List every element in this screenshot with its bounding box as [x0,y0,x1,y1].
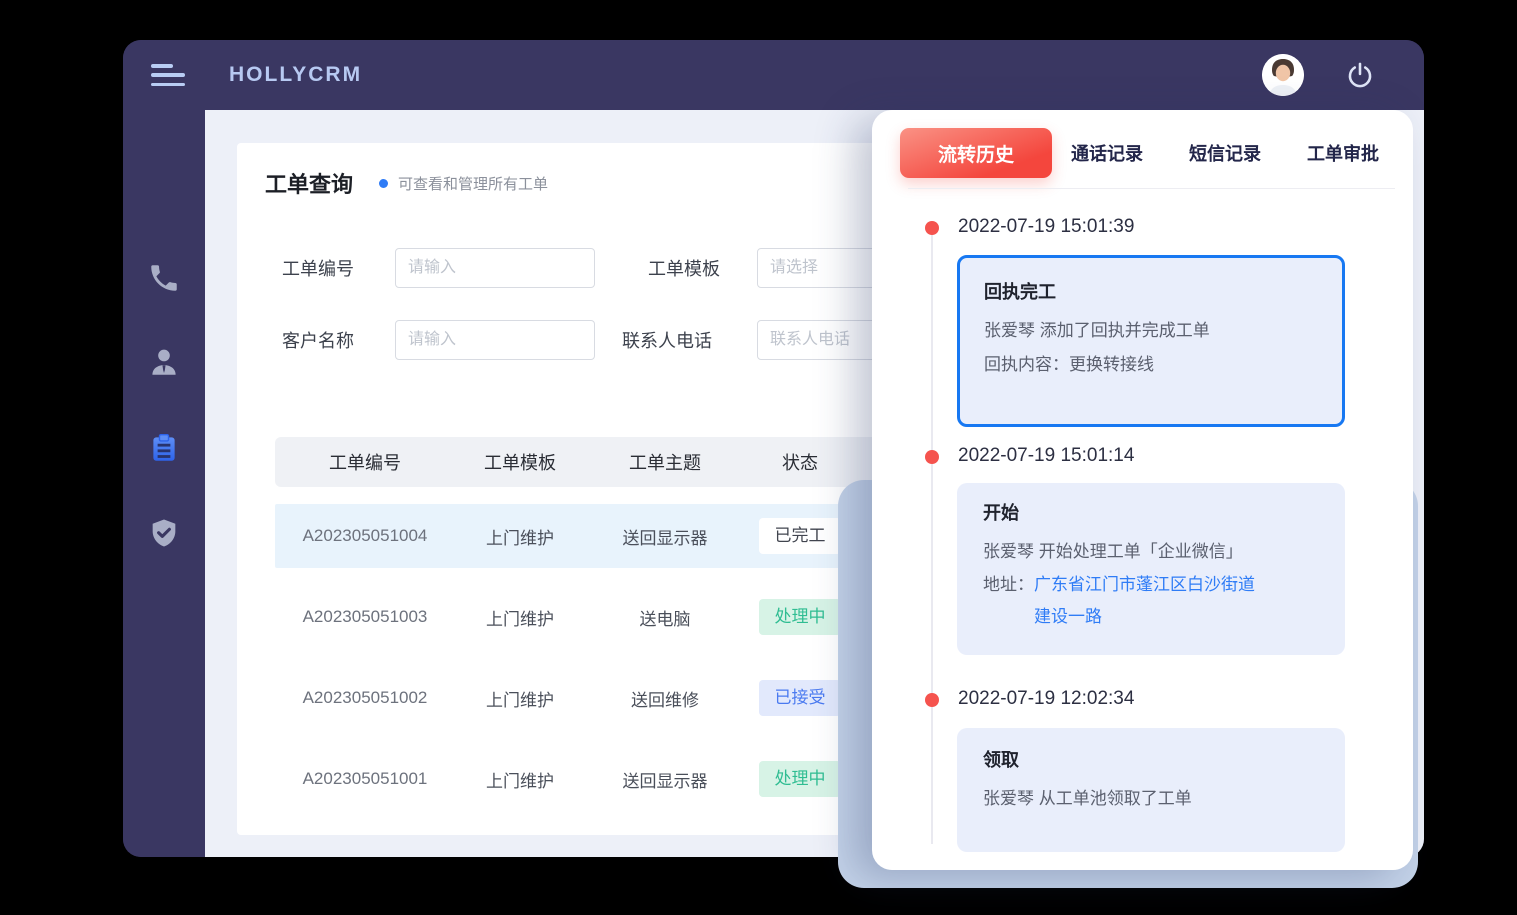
address-label: 地址： [983,569,1034,601]
timeline-card-text: 张爱琴 开始处理工单「企业微信」 [983,535,1319,569]
tabs-divider [908,188,1395,189]
filter-order-id-input[interactable] [395,248,595,288]
person-icon [147,345,181,379]
timeline-line [931,232,933,844]
tab-flow-history[interactable]: 流转历史 [900,128,1052,178]
col-header-status: 状态 [745,449,855,475]
brand-logo: HOLLYCRM [229,63,362,87]
timeline-dot [925,450,939,464]
timeline-card-text: 回执内容：更换转接线 [984,348,1318,382]
page-header: 工单查询 可查看和管理所有工单 [265,167,548,199]
timeline-card-completed[interactable]: 回执完工 张爱琴 添加了回执并完成工单 回执内容：更换转接线 [957,255,1345,427]
subtitle-dot [379,179,388,188]
power-icon[interactable] [1346,61,1374,89]
phone-icon [147,261,181,295]
filter-template-label: 工单模板 [648,255,757,281]
tab-call-records[interactable]: 通话记录 [1071,140,1143,166]
top-bar: HOLLYCRM [123,40,1424,110]
clipboard-icon [147,431,181,465]
timeline-dot [925,221,939,235]
menu-icon[interactable] [151,64,185,86]
timeline-card-title: 领取 [983,746,1319,772]
status-badge: 已完工 [759,518,841,554]
filter-customer-label: 客户名称 [282,327,395,353]
shield-check-icon [147,516,181,550]
timeline-card-title: 回执完工 [984,278,1318,304]
col-header-order-id: 工单编号 [275,449,455,475]
page-subtitle: 可查看和管理所有工单 [398,173,548,194]
timeline-timestamp: 2022-07-19 12:02:34 [958,688,1134,710]
avatar-image [1262,54,1304,96]
timeline-timestamp: 2022-07-19 15:01:14 [958,445,1134,467]
screenshot-stage: HOLLYCRM [0,0,1517,915]
timeline-card-text: 张爱琴 从工单池领取了工单 [983,782,1319,816]
status-badge: 处理中 [759,761,841,797]
address-link[interactable]: 广东省江门市蓬江区白沙街道建设一路 [1034,569,1266,633]
tab-approval[interactable]: 工单审批 [1307,140,1379,166]
sidebar-item-calls[interactable] [147,261,181,295]
sidebar-item-workorders[interactable] [147,431,181,465]
timeline-card-text: 张爱琴 添加了回执并完成工单 [984,314,1318,348]
filter-order-id: 工单编号 [282,248,595,288]
filter-customer: 客户名称 [282,320,595,360]
page-title: 工单查询 [265,167,353,199]
panel-tabs: 流转历史 通话记录 短信记录 工单审批 [900,128,1397,178]
filter-customer-input[interactable] [395,320,595,360]
filter-order-id-label: 工单编号 [282,255,395,281]
tab-sms-records[interactable]: 短信记录 [1189,140,1261,166]
sidebar-item-security[interactable] [147,516,181,550]
timeline-card-title: 开始 [983,499,1319,525]
status-badge: 已接受 [759,680,841,716]
col-header-subject: 工单主题 [585,449,745,475]
col-header-template: 工单模板 [455,449,585,475]
filter-contact-phone-label: 联系人电话 [622,327,757,353]
history-panel: 流转历史 通话记录 短信记录 工单审批 2022-07-19 15:01:39 … [872,110,1413,870]
status-badge: 处理中 [759,599,841,635]
sidebar-item-customers[interactable] [147,345,181,379]
timeline-card-address: 地址： 广东省江门市蓬江区白沙街道建设一路 [983,569,1319,633]
timeline-dot [925,693,939,707]
sidebar-nav [123,110,205,857]
timeline-timestamp: 2022-07-19 15:01:39 [958,216,1134,238]
timeline-card-started[interactable]: 开始 张爱琴 开始处理工单「企业微信」 地址： 广东省江门市蓬江区白沙街道建设一… [957,483,1345,655]
user-avatar[interactable] [1262,54,1304,96]
timeline-card-claimed[interactable]: 领取 张爱琴 从工单池领取了工单 [957,728,1345,852]
